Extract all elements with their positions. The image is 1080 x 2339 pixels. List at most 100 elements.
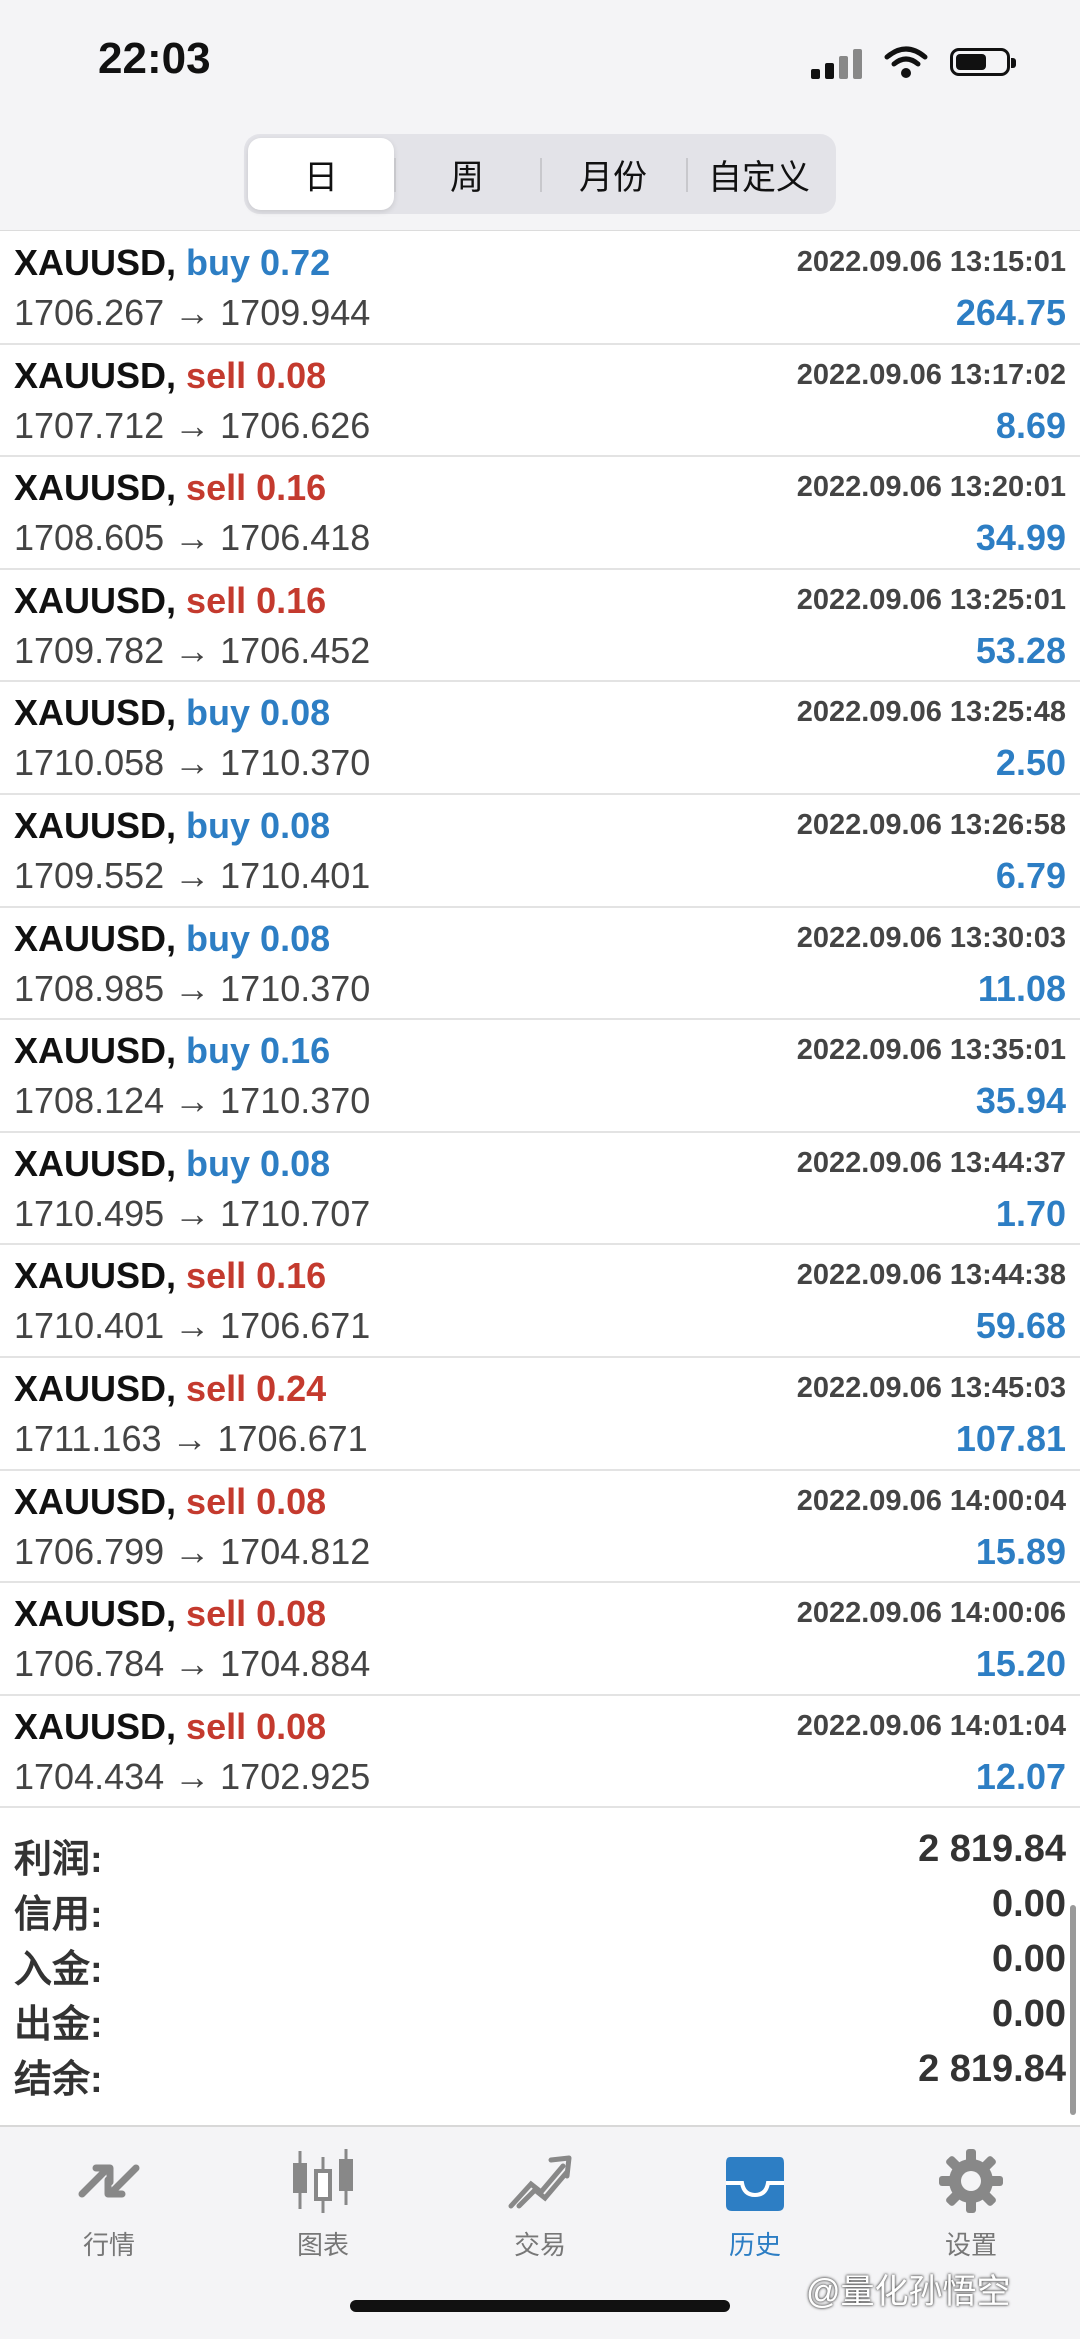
deal-symbol-line: XAUUSD, sell 0.24 [14,1368,326,1410]
deal-prices: 1708.124 → 1710.370 [14,1080,371,1122]
deal-symbol-line: XAUUSD, buy 0.08 [14,692,330,734]
deal-profit: 34.99 [975,517,1066,559]
deal-symbol-line: XAUUSD, sell 0.16 [14,1255,326,1297]
summary-value: 2 819.84 [918,1828,1066,1870]
summary-balance-row: 结余: 2 819.84 [0,2042,1080,2101]
deal-row[interactable]: XAUUSD, buy 0.08 2022.09.06 13:25:48 1710.… [0,682,1080,795]
summary-value: 0.00 [992,1883,1066,1925]
deal-datetime: 2022.09.06 14:00:04 [796,1484,1066,1517]
deal-history-list: XAUUSD, buy 0.72 2022.09.06 13:15:01 1706.… [0,232,1080,1809]
summary-label: 结余: [14,2059,103,2101]
deal-symbol: XAUUSD, [14,1480,177,1522]
tab-history[interactable]: 历史 [680,2145,830,2262]
summary-label: 利润: [14,1839,103,1881]
deal-row[interactable]: XAUUSD, buy 0.08 2022.09.06 13:26:58 1709.… [0,795,1080,908]
deal-datetime: 2022.09.06 13:20:01 [796,471,1066,504]
summary-label: 信用: [14,1894,103,1936]
deal-side-volume: buy 0.16 [186,1030,331,1072]
deal-datetime: 2022.09.06 13:25:48 [796,696,1066,729]
deal-symbol-line: XAUUSD, buy 0.72 [14,242,330,284]
deal-row[interactable]: XAUUSD, sell 0.16 2022.09.06 13:44:38 1710… [0,1245,1080,1358]
deal-prices: 1710.058 → 1710.370 [14,742,371,784]
deal-side-volume: buy 0.72 [186,242,331,283]
deal-profit: 12.07 [975,1755,1066,1797]
deal-row[interactable]: XAUUSD, sell 0.08 2022.09.06 14:00:06 1706… [0,1583,1080,1696]
deal-side-volume: sell 0.08 [186,1705,327,1747]
deal-prices: 1706.784 → 1704.884 [14,1643,371,1685]
deal-prices: 1707.712 → 1706.626 [14,404,371,446]
deal-prices: 1706.799 → 1704.812 [14,1530,371,1572]
tab-label: 历史 [728,2230,781,2260]
deal-datetime: 2022.09.06 13:35:01 [796,1034,1066,1067]
deal-row[interactable]: XAUUSD, sell 0.08 2022.09.06 14:00:04 1706… [0,1471,1080,1584]
deal-datetime: 2022.09.06 13:30:03 [796,921,1066,954]
deal-symbol: XAUUSD, [14,1255,177,1297]
deal-row[interactable]: XAUUSD, sell 0.08 2022.09.06 14:01:04 1704… [0,1696,1080,1809]
deal-datetime: 2022.09.06 13:15:01 [796,246,1066,278]
deal-datetime: 2022.09.06 14:01:04 [796,1709,1066,1742]
deal-prices: 1708.605 → 1706.418 [14,517,371,559]
watermark: @量化孙悟空 [806,2273,1011,2311]
cellular-signal-icon [811,45,862,79]
deal-prices: 1710.401 → 1706.671 [14,1305,371,1347]
segment-week[interactable]: 周 [394,138,540,210]
deal-datetime: 2022.09.06 13:17:02 [796,358,1066,391]
deal-profit: 11.08 [977,967,1066,1009]
deal-row[interactable]: XAUUSD, sell 0.08 2022.09.06 13:17:02 1707… [0,345,1080,458]
deal-symbol-line: XAUUSD, sell 0.08 [14,1706,326,1748]
deal-symbol: XAUUSD, [14,1030,177,1072]
deal-profit: 53.28 [975,629,1066,671]
summary-label: 入金: [14,1949,103,1991]
deal-symbol: XAUUSD, [14,1705,177,1747]
deal-row[interactable]: XAUUSD, buy 0.08 2022.09.06 13:30:03 1708.… [0,908,1080,1021]
deal-side-volume: buy 0.08 [186,692,331,734]
deal-row[interactable]: XAUUSD, buy 0.72 2022.09.06 13:15:01 1706.… [0,232,1080,345]
deal-symbol: XAUUSD, [14,242,177,283]
deal-symbol: XAUUSD, [14,804,177,846]
deal-datetime: 2022.09.06 13:44:37 [796,1146,1066,1179]
deal-datetime: 2022.09.06 14:00:06 [796,1597,1066,1630]
summary-value: 0.00 [992,1938,1066,1980]
tab-label: 图表 [296,2230,349,2260]
tab-quotes[interactable]: 行情 [34,2145,184,2262]
wifi-icon [884,46,928,78]
segment-day[interactable]: 日 [248,138,394,210]
deal-profit: 35.94 [975,1080,1066,1122]
segment-month[interactable]: 月份 [540,138,686,210]
deal-symbol-line: XAUUSD, sell 0.16 [14,467,326,509]
tab-label: 行情 [82,2230,135,2260]
deal-row[interactable]: XAUUSD, sell 0.24 2022.09.06 13:45:03 1711… [0,1358,1080,1471]
segment-custom[interactable]: 自定义 [686,138,832,210]
deal-profit: 264.75 [955,292,1066,333]
deal-side-volume: sell 0.24 [186,1367,327,1409]
summary-deposit-row: 入金: 0.00 [0,1932,1080,1991]
deal-prices: 1709.782 → 1706.452 [14,629,371,671]
deal-row[interactable]: XAUUSD, buy 0.16 2022.09.06 13:35:01 1708.… [0,1020,1080,1133]
history-icon [726,2157,784,2211]
summary-value: 2 819.84 [918,2048,1066,2090]
deal-prices: 1704.434 → 1702.925 [14,1755,371,1797]
deal-row[interactable]: XAUUSD, sell 0.16 2022.09.06 13:25:01 1709… [0,570,1080,683]
deal-prices: 1706.267 → 1709.944 [14,292,371,333]
deal-symbol: XAUUSD, [14,467,177,509]
deal-row[interactable]: XAUUSD, buy 0.08 2022.09.06 13:44:37 1710.… [0,1133,1080,1246]
deal-symbol-line: XAUUSD, buy 0.16 [14,1030,330,1072]
battery-icon [950,48,1016,76]
summary-withdrawal-row: 出金: 0.00 [0,1987,1080,2046]
deal-side-volume: sell 0.08 [186,354,327,396]
deal-row[interactable]: XAUUSD, sell 0.16 2022.09.06 13:20:01 1708… [0,457,1080,570]
trade-icon [508,2155,572,2209]
tab-label: 交易 [513,2230,566,2260]
home-indicator[interactable] [350,2300,730,2312]
deal-symbol: XAUUSD, [14,1593,177,1635]
tab-chart[interactable]: 图表 [248,2145,398,2262]
deal-datetime: 2022.09.06 13:26:58 [796,808,1066,841]
tab-settings[interactable]: 设置 [896,2145,1046,2262]
summary-value: 0.00 [992,1993,1066,2035]
deal-datetime: 2022.09.06 13:44:38 [796,1259,1066,1292]
deal-side-volume: sell 0.08 [186,1593,327,1635]
tab-trade[interactable]: 交易 [465,2145,615,2262]
scroll-indicator[interactable] [1070,1905,1076,2115]
deal-profit: 6.79 [995,854,1066,896]
deal-profit: 59.68 [975,1305,1066,1347]
